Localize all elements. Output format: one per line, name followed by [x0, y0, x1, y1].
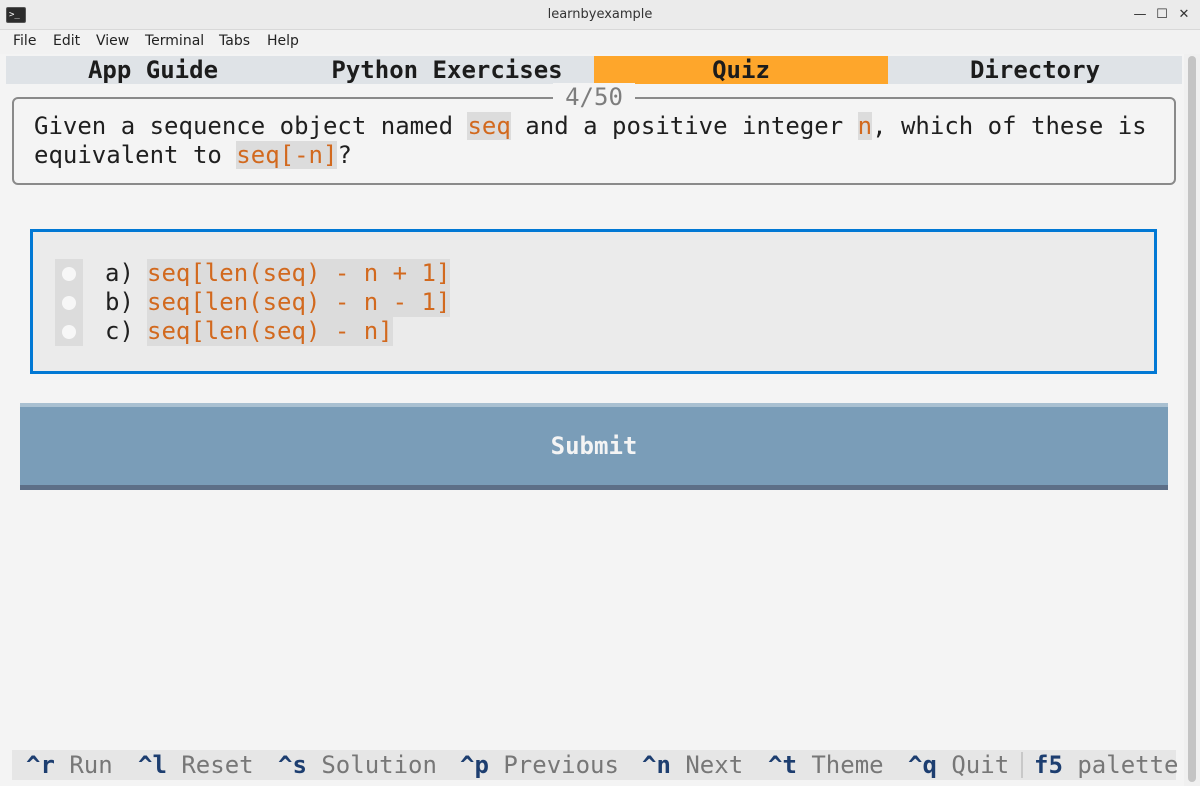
binding-solution[interactable]: ^s Solution — [278, 750, 437, 780]
radio-dot-icon — [62, 296, 76, 310]
window-title: learnbyexample — [547, 7, 653, 22]
menu-tabs[interactable]: Tabs — [219, 33, 250, 49]
submit-button[interactable]: Submit — [20, 403, 1168, 490]
question-counter: 4/50 — [6, 83, 1182, 111]
maximize-button[interactable]: ☐ — [1152, 5, 1172, 25]
option-letter: b) — [105, 288, 134, 316]
option-letter: a) — [105, 259, 134, 287]
menu-terminal[interactable]: Terminal — [145, 33, 204, 49]
binding-theme[interactable]: ^t Theme — [768, 750, 884, 780]
option-code: seq[len(seq) - n + 1] — [147, 259, 451, 288]
menubar: File Edit View Terminal Tabs Help — [0, 30, 1200, 54]
footer-divider — [1021, 752, 1023, 778]
option-code: seq[len(seq) - n - 1] — [147, 288, 451, 317]
tab-app-guide[interactable]: App Guide — [6, 56, 300, 84]
menu-edit[interactable]: Edit — [53, 33, 80, 49]
radio-b[interactable] — [55, 288, 83, 317]
option-code: seq[len(seq) - n] — [147, 317, 393, 346]
code-seq-neg-n: seq[-n] — [236, 141, 338, 169]
tab-python-exercises[interactable]: Python Exercises — [300, 56, 594, 84]
minimize-button[interactable]: — — [1130, 5, 1150, 25]
binding-reset[interactable]: ^l Reset — [138, 750, 254, 780]
tab-bar: App Guide Python Exercises Quiz Director… — [6, 56, 1182, 84]
question-text-line-2: equivalent to seq[-n]? — [34, 141, 352, 169]
menu-view[interactable]: View — [96, 33, 129, 49]
window-titlebar: >_ learnbyexample — ☐ ✕ — [0, 0, 1200, 30]
close-button[interactable]: ✕ — [1174, 5, 1194, 25]
binding-previous[interactable]: ^p Previous — [460, 750, 619, 780]
scrollbar-thumb[interactable] — [1188, 56, 1196, 782]
terminal-area: App Guide Python Exercises Quiz Director… — [6, 54, 1182, 786]
radio-a[interactable] — [55, 259, 83, 288]
binding-next[interactable]: ^n Next — [642, 750, 743, 780]
radio-dot-icon — [62, 267, 76, 281]
code-seq: seq — [467, 112, 511, 140]
binding-run[interactable]: ^r Run — [26, 750, 113, 780]
tab-directory[interactable]: Directory — [888, 56, 1182, 84]
code-n: n — [857, 112, 873, 140]
menu-help[interactable]: Help — [267, 33, 299, 49]
footer-bindings: ^r Run ^l Reset ^s Solution ^p Previous … — [12, 750, 1179, 780]
tab-quiz[interactable]: Quiz — [594, 56, 888, 84]
scrollbar[interactable] — [1184, 54, 1200, 786]
binding-quit[interactable]: ^q Quit — [908, 750, 1009, 780]
radio-c[interactable] — [55, 317, 83, 346]
binding-palette[interactable]: f5 palette — [1034, 750, 1179, 780]
options-list: a) seq[len(seq) - n + 1] b) seq[len(seq)… — [30, 229, 1157, 374]
question-text-line-1: Given a sequence object named seq and a … — [34, 112, 1147, 140]
radio-dot-icon — [62, 325, 76, 339]
menu-file[interactable]: File — [13, 33, 36, 49]
option-letter: c) — [105, 317, 134, 345]
